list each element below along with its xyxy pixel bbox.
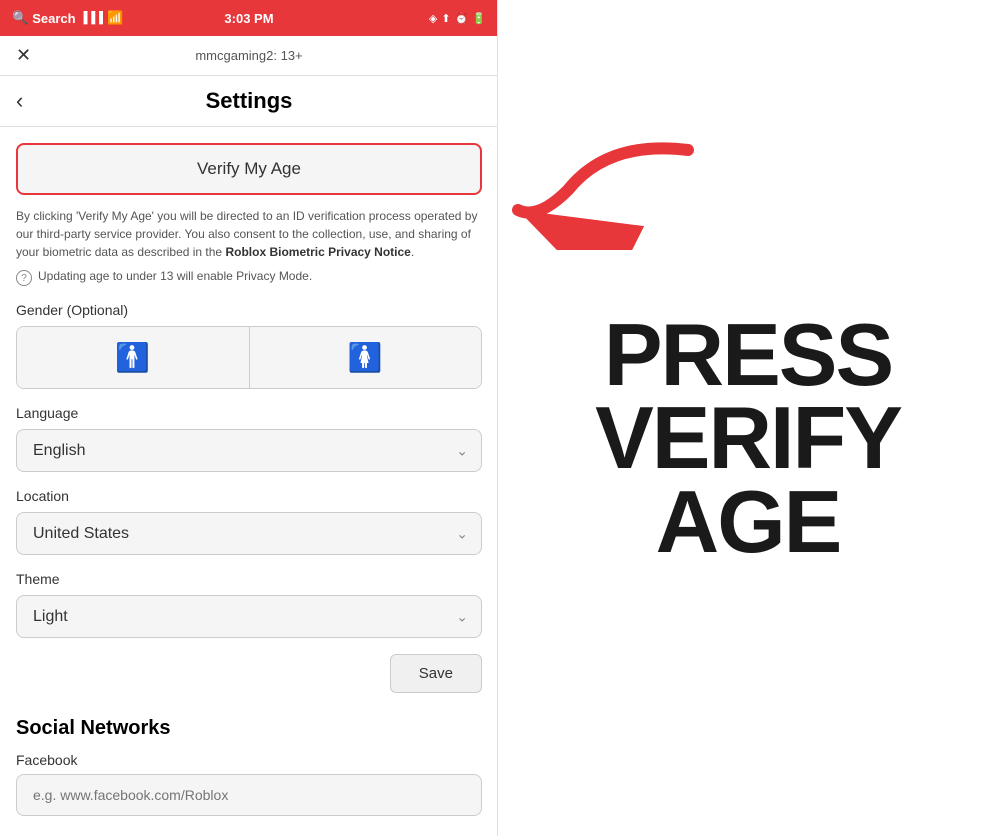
status-bar-left: 🔍 Search ▐▐▐ 📶 — [12, 10, 123, 26]
privacy-mode-note: ? Updating age to under 13 will enable P… — [16, 269, 482, 286]
location-dropdown-container: United States United Kingdom Canada ⌄ — [16, 512, 482, 555]
annotation-line1: PRESS — [604, 313, 892, 397]
content-area: Verify My Age By clicking 'Verify My Age… — [0, 127, 498, 832]
annotation-line3: AGE — [656, 480, 841, 564]
app-content: ‹ Settings Verify My Age By clicking 'Ve… — [0, 76, 498, 836]
location-icon: ◈ — [429, 12, 437, 25]
location-select[interactable]: United States United Kingdom Canada — [16, 512, 482, 555]
language-dropdown-container: English Spanish French ⌄ — [16, 429, 482, 472]
annotation-line2: VERIFY — [595, 396, 901, 480]
female-icon: 🚺 — [348, 341, 383, 374]
language-dropdown-wrapper: English Spanish French ⌄ — [16, 429, 482, 472]
carrier-label: Search — [32, 11, 75, 26]
privacy-notice-link[interactable]: Roblox Biometric Privacy Notice — [225, 245, 410, 259]
search-icon: 🔍 — [12, 10, 28, 26]
status-bar: 🔍 Search ▐▐▐ 📶 3:03 PM ◈ ⬆ ⏰ 🔋 — [0, 0, 498, 36]
status-bar-time: 3:03 PM — [224, 11, 273, 26]
female-gender-button[interactable]: 🚺 — [250, 327, 482, 388]
settings-header: ‹ Settings — [0, 76, 498, 127]
wifi-icon: 📶 — [107, 10, 123, 26]
right-panel: PRESS VERIFY AGE — [498, 0, 998, 836]
signal-icon: ▐▐▐ — [80, 12, 103, 24]
arrow-svg — [508, 130, 708, 250]
facebook-input[interactable] — [16, 774, 482, 816]
location-dropdown-wrapper: United States United Kingdom Canada ⌄ — [16, 512, 482, 555]
theme-label: Theme — [16, 571, 482, 587]
save-button[interactable]: Save — [390, 654, 482, 693]
phone-top-bar: ✕ mmcgaming2: 13+ — [0, 36, 498, 76]
page-title: Settings — [206, 88, 293, 114]
male-gender-button[interactable]: 🚹 — [17, 327, 250, 388]
location-label: Location — [16, 488, 482, 504]
arrow-container — [508, 130, 708, 255]
username-label: mmcgaming2: 13+ — [195, 48, 302, 63]
gender-selector: 🚹 🚺 — [16, 326, 482, 389]
info-icon: ? — [16, 270, 32, 286]
social-networks-title: Social Networks — [16, 717, 482, 740]
theme-dropdown-wrapper: Light Dark ⌄ — [16, 595, 482, 638]
theme-dropdown-container: Light Dark ⌄ — [16, 595, 482, 638]
annotation-text: PRESS VERIFY AGE — [595, 273, 901, 564]
back-button[interactable]: ‹ — [16, 88, 23, 114]
language-label: Language — [16, 405, 482, 421]
verify-age-button[interactable]: Verify My Age — [16, 143, 482, 195]
send-icon: ⬆ — [441, 12, 450, 25]
alarm-icon: ⏰ — [455, 12, 469, 25]
close-button[interactable]: ✕ — [16, 45, 31, 66]
status-bar-right: ◈ ⬆ ⏰ 🔋 — [429, 12, 486, 25]
gender-label: Gender (Optional) — [16, 302, 482, 318]
facebook-label: Facebook — [16, 752, 482, 768]
save-row: Save — [16, 654, 482, 693]
male-icon: 🚹 — [115, 341, 150, 374]
info-text: By clicking 'Verify My Age' you will be … — [16, 207, 482, 261]
battery-icon: 🔋 — [472, 12, 486, 25]
language-select[interactable]: English Spanish French — [16, 429, 482, 472]
theme-select[interactable]: Light Dark — [16, 595, 482, 638]
